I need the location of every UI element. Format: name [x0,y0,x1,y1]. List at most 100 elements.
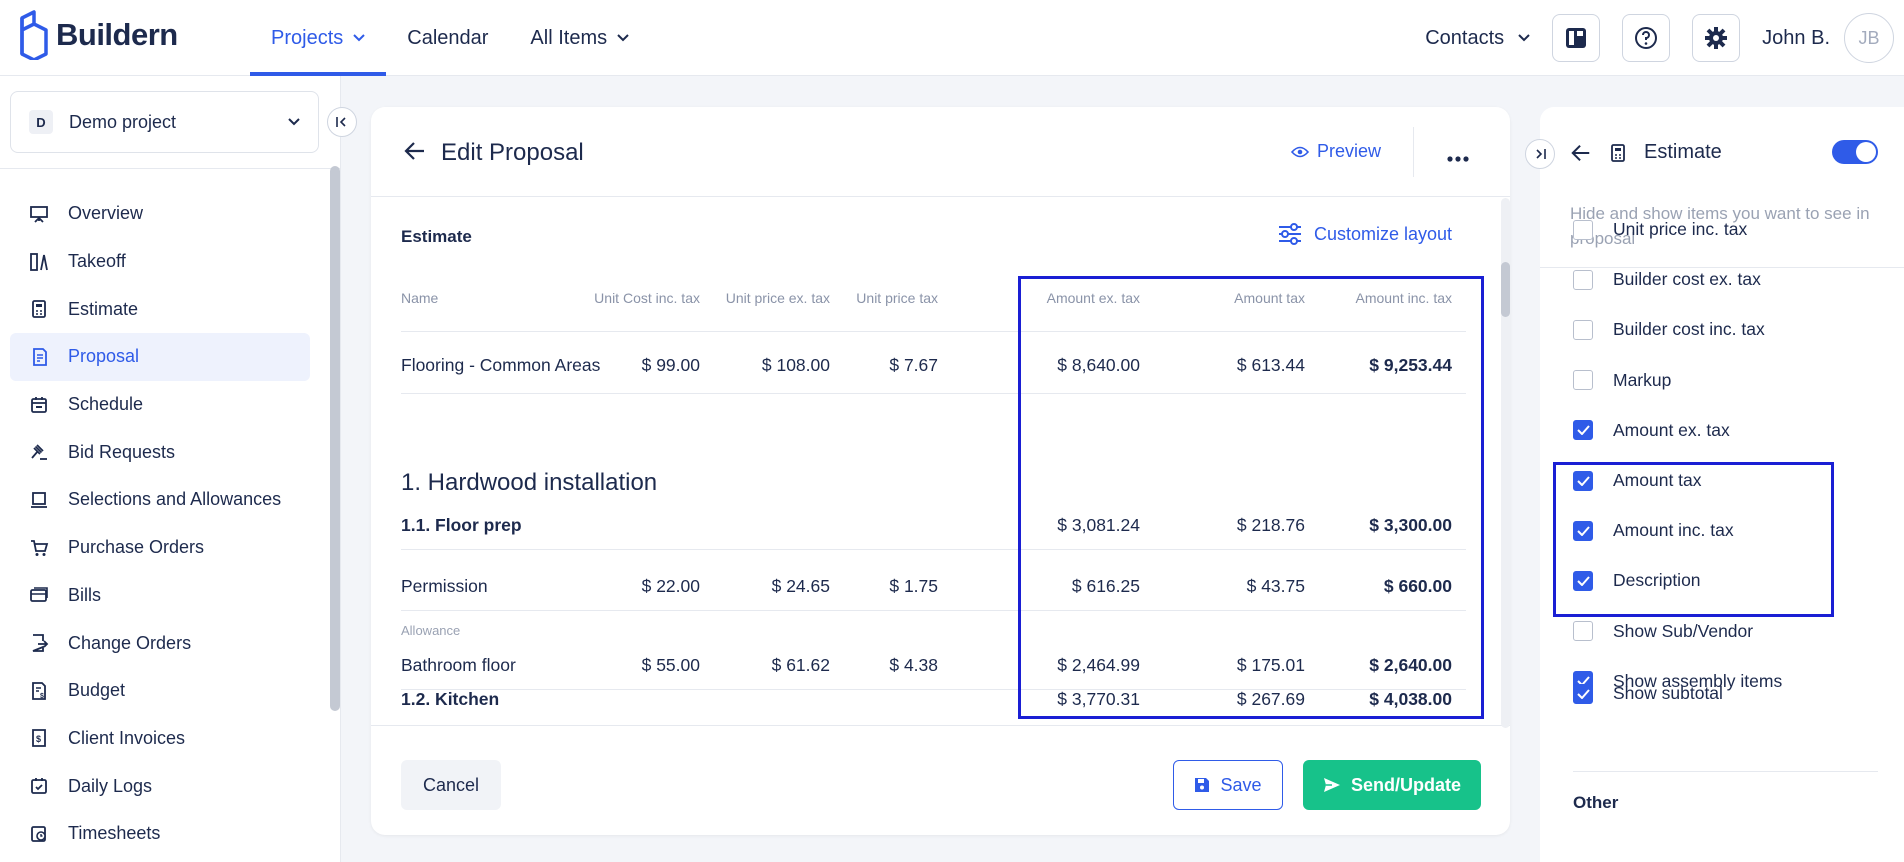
estimate-toggle[interactable] [1832,140,1878,164]
sidebar-item-label: Bills [68,584,102,605]
amount-options-highlight [1553,462,1834,617]
svg-text:$: $ [36,734,41,744]
project-name: Demo project [69,111,177,132]
sidebar-item-change-orders[interactable]: Change Orders [10,619,310,667]
option-amount-ex-tax[interactable]: Amount ex. tax [1573,420,1730,441]
sidebar-item-label: Purchase Orders [68,537,205,558]
header-divider [1413,127,1414,177]
sidebar-item-label: Proposal [68,346,140,367]
nav-projects-label: Projects [271,26,344,49]
sidebar-item-estimate[interactable]: Estimate [10,285,310,333]
column-header[interactable]: Unit price tax [856,290,938,306]
sidebar-item-budget[interactable]: $ Budget [10,667,310,715]
avatar[interactable]: JB [1844,13,1894,63]
sidebar-item-timesheets[interactable]: Timesheets [10,810,310,858]
panel-title: Estimate [1644,141,1722,163]
option-label: Builder cost ex. tax [1613,269,1761,290]
sidebar-item-schedule[interactable]: Schedule [10,381,310,429]
option-builder-cost-inc-tax[interactable]: Builder cost inc. tax [1573,319,1765,340]
cell-unit-price-tax: $ 1.75 [889,576,938,596]
save-button[interactable]: Save [1173,760,1283,810]
sidebar-item-purchase-orders[interactable]: Purchase Orders [10,524,310,572]
preview-button[interactable]: Preview [1291,141,1381,162]
sidebar-item-label: Overview [68,203,144,224]
chevron-down-icon [288,118,300,126]
option-markup[interactable]: Markup [1573,370,1671,391]
contacts-label: Contacts [1425,26,1505,49]
contacts-dropdown[interactable]: Contacts [1425,27,1530,50]
main-nav: Projects Calendar All Items [250,0,650,76]
checkbox[interactable] [1573,621,1593,642]
option-show-subtotal[interactable]: Show subtotal [1573,683,1723,704]
help-button[interactable] [1622,14,1671,62]
sidebar-item-proposal[interactable]: Proposal [10,333,310,381]
layout-button[interactable] [1552,14,1601,62]
column-header[interactable]: Name [401,290,438,306]
collapse-left-icon [336,117,346,127]
nav-projects[interactable]: Projects [250,0,387,76]
option-label: Markup [1613,369,1672,390]
page-title: Edit Proposal [441,139,584,166]
project-selector[interactable]: D Demo project [10,91,319,153]
option-builder-cost-ex-tax[interactable]: Builder cost ex. tax [1573,269,1761,290]
cell-unit-price-ex: $ 108.00 [761,355,830,375]
gavel-icon [28,441,50,463]
checkbox[interactable] [1573,370,1593,391]
customize-layout-label: Customize layout [1314,223,1453,244]
sidebar-item-label: Timesheets [68,823,161,844]
cell-unit-cost: $ 99.00 [641,355,700,375]
option-show-sub-vendor[interactable]: Show Sub/Vendor [1573,621,1753,642]
group-title: 1. Hardwood installation [401,469,658,496]
column-header[interactable]: Unit Cost inc. tax [594,290,700,306]
sidebar: D Demo project Overview Takeoff Estimate… [0,76,341,862]
nav-calendar[interactable]: Calendar [386,0,509,76]
sidebar-item-bid-requests[interactable]: Bid Requests [10,428,310,476]
takeoff-icon [28,251,50,273]
cell-name: 1.1. Floor prep [401,515,522,535]
sidebar-item-label: Budget [68,680,126,701]
nav-all-items[interactable]: All Items [509,0,650,76]
sidebar-scrollbar[interactable] [330,166,340,711]
checkbox[interactable] [1573,683,1593,704]
send-update-button[interactable]: Send/Update [1303,760,1481,810]
option-unit-price-inc-tax[interactable]: Unit price inc. tax [1573,219,1747,240]
cell-name: 1.2. Kitchen [401,689,500,709]
chevron-down-icon [353,34,365,42]
sidebar-item-client-invoices[interactable]: $ Client Invoices [10,715,310,763]
sidebar-item-selections[interactable]: Selections and Allowances [10,476,310,524]
sliders-icon [1279,223,1301,245]
sidebar-item-overview[interactable]: Overview [10,190,310,238]
editor-header: Edit Proposal Preview [371,107,1510,197]
more-options-button[interactable] [1447,149,1469,167]
column-header[interactable]: Unit price ex. tax [726,290,830,306]
table-scrollbar[interactable] [1501,262,1510,317]
calculator-icon [1611,143,1625,162]
buildern-logo[interactable]: Buildern [18,10,178,60]
panel-collapse-button[interactable] [1525,139,1555,169]
check-icon [1576,688,1590,699]
sidebar-item-bills[interactable]: Bills [10,572,310,620]
checkbox[interactable] [1573,219,1593,240]
checkbox[interactable] [1573,319,1593,340]
budget-icon: $ [28,680,50,702]
user-name[interactable]: John B. [1762,27,1830,50]
checkbox[interactable] [1573,269,1593,290]
send-icon [1323,778,1340,792]
cancel-button[interactable]: Cancel [401,760,501,810]
project-badge: D [29,110,53,134]
arrow-left-icon[interactable] [1570,142,1592,164]
cell-unit-price-ex: $ 24.65 [771,576,830,596]
editor-footer: Cancel Save Send/Update [371,725,1510,835]
change-orders-icon [28,632,50,654]
cart-icon [28,537,50,559]
checkbox[interactable] [1573,420,1593,441]
top-bar: Buildern Projects Calendar All Items Con… [0,0,1904,76]
customize-layout-button[interactable]: Customize layout [1278,223,1452,245]
panel-divider [1540,267,1904,268]
sidebar-item-takeoff[interactable]: Takeoff [10,238,310,286]
sidebar-item-daily-logs[interactable]: Daily Logs [10,762,310,810]
sidebar-item-label: Daily Logs [68,775,153,796]
back-button[interactable] [403,139,427,168]
settings-button[interactable] [1692,14,1741,62]
sidebar-collapse-button[interactable] [327,107,357,137]
